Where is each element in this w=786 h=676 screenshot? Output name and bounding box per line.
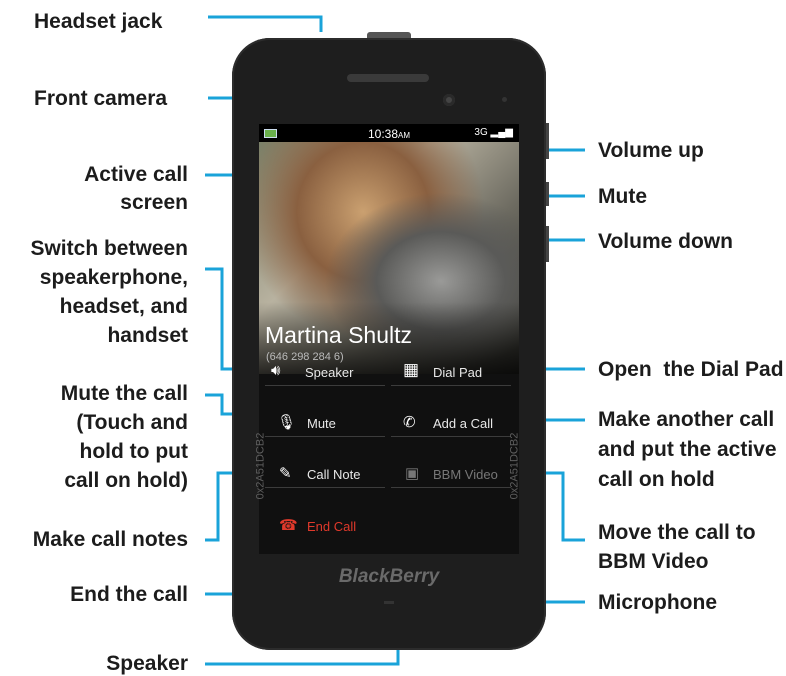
label-end-the-call: End the call xyxy=(70,583,188,606)
label-switch-1: Switch between xyxy=(30,237,188,260)
status-bar: 10:38AM 3G ▂▄▆ xyxy=(259,124,519,142)
dial-pad-button[interactable]: ▦ Dial Pad xyxy=(391,357,511,386)
label-open-dial-pad: Open the Dial Pad xyxy=(598,358,784,381)
add-call-button[interactable]: ✆ Add a Call xyxy=(391,408,511,437)
end-call-button-label: End Call xyxy=(307,519,357,534)
label-volume-down: Volume down xyxy=(598,230,733,253)
dial-pad-button-label: Dial Pad xyxy=(433,365,483,380)
light-sensor xyxy=(502,97,507,102)
label-front-camera: Front camera xyxy=(34,87,168,110)
mute-button-label: Mute xyxy=(307,416,336,431)
status-time-value: 10:38 xyxy=(367,127,399,141)
label-move-bbm-1: Move the call to xyxy=(598,521,756,544)
front-camera-icon xyxy=(443,94,455,106)
speaker-button-label: Speaker xyxy=(305,365,354,380)
bbm-video-icon: ▣ xyxy=(405,465,420,482)
add-call-icon: ✆ xyxy=(403,414,416,431)
label-mute-call-3: hold to put xyxy=(79,440,188,463)
microphone xyxy=(384,601,394,604)
label-mute: Mute xyxy=(598,185,647,208)
call-note-button-label: Call Note xyxy=(307,467,361,482)
caller-photo: Martina Shultz (646 298 284 6) xyxy=(259,142,519,374)
bbm-video-button-label: BBM Video xyxy=(433,467,498,482)
speaker-icon: 🔊︎ xyxy=(271,362,281,379)
end-call-icon: ☎ xyxy=(279,517,298,534)
dial-pad-icon: ▦ xyxy=(403,360,420,379)
label-mute-call-4: call on hold) xyxy=(64,469,188,492)
label-speaker: Speaker xyxy=(106,652,188,675)
line-speaker xyxy=(205,648,400,666)
label-make-another-1: Make another call xyxy=(598,408,775,431)
earpiece xyxy=(347,74,429,82)
label-make-another-3: call on hold xyxy=(598,468,715,491)
label-active-call-screen-1: Active call xyxy=(84,163,188,186)
status-ampm: AM xyxy=(398,131,411,140)
label-headset-jack: Headset jack xyxy=(34,10,163,33)
call-note-icon: ✎ xyxy=(279,465,292,482)
active-call-screen: 10:38AM 3G ▂▄▆ Martina Shultz (646 298 2… xyxy=(254,124,521,554)
label-make-another-2: and put the active xyxy=(598,438,777,461)
bbm-video-button[interactable]: ▣ BBM Video xyxy=(391,459,511,488)
call-note-button[interactable]: ✎ Call Note xyxy=(265,459,385,488)
mute-call-button[interactable]: 🎙︎ Mute xyxy=(265,408,385,437)
speaker-button[interactable]: 🔊︎ Speaker xyxy=(265,357,385,386)
mute-icon: 🎙︎ xyxy=(277,414,297,431)
label-switch-4: handset xyxy=(107,324,188,347)
caller-name: Martina Shultz xyxy=(265,322,413,348)
pin-watermark-left: 0x2A51DCB2 xyxy=(254,432,267,500)
label-active-call-screen-2: screen xyxy=(120,191,188,214)
pin-watermark-right: 0x2A51DCB2 xyxy=(508,432,521,500)
end-call-button[interactable]: ☎ End Call xyxy=(265,511,511,539)
label-mute-call-2: (Touch and xyxy=(76,411,188,434)
label-switch-3: headset, and xyxy=(59,295,188,318)
label-switch-2: speakerphone, xyxy=(39,266,188,289)
label-move-bbm-2: BBM Video xyxy=(598,550,709,573)
label-make-call-notes: Make call notes xyxy=(32,528,188,551)
label-mute-call-1: Mute the call xyxy=(60,382,188,405)
label-volume-up: Volume up xyxy=(598,139,704,162)
brand-logo: BlackBerry xyxy=(338,566,440,587)
signal-icon: 3G ▂▄▆ xyxy=(474,127,513,138)
add-call-button-label: Add a Call xyxy=(433,416,493,431)
line-headset-jack xyxy=(208,15,323,32)
network-type: 3G xyxy=(474,127,488,138)
label-microphone: Microphone xyxy=(598,591,717,614)
